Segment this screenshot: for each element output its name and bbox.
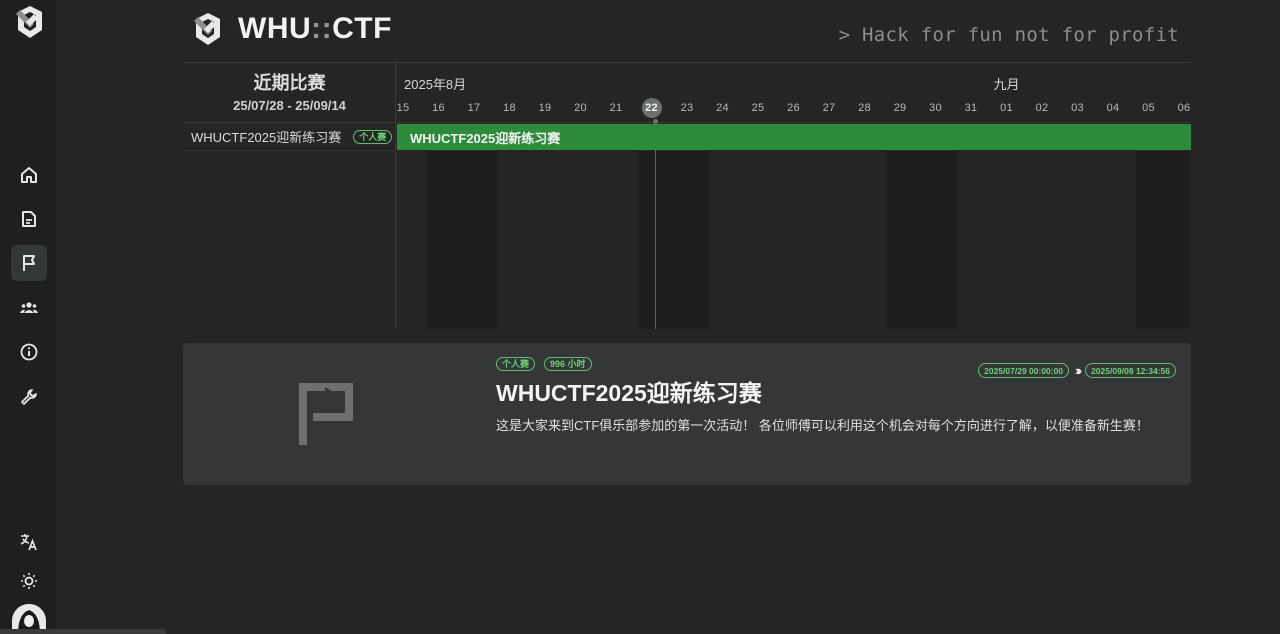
- game-type-badge: 个人赛: [496, 357, 536, 371]
- day-label: 01: [992, 102, 1022, 114]
- users-icon: [20, 302, 38, 313]
- timeline-row-label[interactable]: WHUCTF2025迎新练习赛 个人赛: [183, 123, 396, 151]
- day-label: 28: [850, 102, 880, 114]
- game-title: WHUCTF2025迎新练习赛: [496, 380, 762, 406]
- day-label: 26: [779, 102, 809, 114]
- day-label: 21: [601, 102, 631, 114]
- sidebar-item-about[interactable]: [11, 334, 47, 370]
- day-number: 03: [1071, 102, 1084, 114]
- day-label: 19: [530, 102, 560, 114]
- day-number: 18: [503, 102, 516, 114]
- scrollbar[interactable]: [0, 629, 166, 634]
- day-label: 05: [1134, 102, 1164, 114]
- wrench-icon: [21, 389, 37, 405]
- end-time-badge: 2025/09/08 12:34:56: [1085, 363, 1176, 378]
- flag-icon: [23, 255, 35, 271]
- today-marker: [652, 119, 658, 124]
- sidebar: [0, 0, 166, 634]
- brand[interactable]: WHU::CTF: [191, 11, 392, 47]
- day-number: 20: [574, 102, 587, 114]
- day-number: 21: [609, 102, 623, 114]
- game-name: WHUCTF2025迎新练习赛: [191, 130, 342, 145]
- day-label: 18: [495, 102, 525, 114]
- translate-icon: [20, 534, 37, 551]
- day-number: 05: [1142, 102, 1155, 114]
- day-label: 23: [672, 102, 702, 114]
- day-number: 30: [929, 102, 942, 114]
- timeline-date-range: 25/07/28 - 25/09/14: [233, 98, 346, 113]
- sidebar-item-teams[interactable]: [11, 290, 47, 326]
- sidebar-item-admin[interactable]: [11, 379, 47, 415]
- day-label: 24: [708, 102, 738, 114]
- day-label: 02: [1027, 102, 1057, 114]
- game-bar[interactable]: WHUCTF2025迎新练习赛: [397, 124, 1191, 150]
- day-number: 24: [716, 102, 729, 114]
- info-icon: [20, 343, 38, 361]
- day-label: 30: [921, 102, 951, 114]
- day-number: 04: [1106, 102, 1120, 114]
- month-label: 九月: [993, 77, 1020, 92]
- today-label: 22: [637, 98, 667, 118]
- start-time-badge: 2025/07/29 00:00:00: [978, 363, 1070, 378]
- logo-icon[interactable]: [14, 4, 46, 40]
- day-number: 19: [538, 102, 552, 114]
- day-number: 22: [641, 98, 662, 118]
- slogan: > Hack for fun not for profit: [838, 24, 1179, 46]
- day-label: 06: [1169, 102, 1191, 114]
- day-number: 16: [432, 102, 445, 114]
- language-button[interactable]: [11, 524, 47, 560]
- sidebar-item-home[interactable]: [11, 157, 47, 193]
- day-label: 03: [1063, 102, 1093, 114]
- weekend-shade: [1135, 151, 1191, 329]
- day-label: 31: [956, 102, 986, 114]
- day-number: 28: [858, 102, 871, 114]
- arrows-icon: ›››: [1075, 363, 1082, 378]
- document-icon: [22, 211, 36, 227]
- day-label: 15: [397, 102, 418, 114]
- weekend-shade: [425, 151, 497, 329]
- theme-toggle[interactable]: [11, 563, 47, 599]
- duration-badge: 996 小时: [544, 357, 592, 371]
- timeline-sidebar: 近期比赛 25/07/28 - 25/09/14 WHUCTF2025迎新练习赛…: [183, 63, 396, 329]
- day-number: 15: [397, 102, 410, 114]
- month-label: 2025年8月: [404, 77, 467, 92]
- day-number: 26: [787, 102, 800, 114]
- day-number: 23: [680, 102, 694, 114]
- game-type-badge: 个人赛: [353, 129, 393, 144]
- today-line: [654, 121, 656, 329]
- day-label: 29: [885, 102, 915, 114]
- day-number: 01: [1000, 102, 1013, 114]
- day-number: 27: [822, 102, 836, 114]
- day-number: 02: [1035, 102, 1049, 114]
- day-number: 31: [964, 102, 978, 114]
- day-number: 06: [1177, 102, 1191, 114]
- site-title: WHU::CTF: [238, 12, 392, 45]
- timeline-heading: 近期比赛: [253, 73, 326, 93]
- flag-icon: [299, 383, 353, 445]
- game-description: 这是大家来到CTF俱乐部参加的第一次活动！ 各位师傅可以利用这个机会对每个方向进…: [496, 418, 1149, 433]
- card-tags: 个人赛 996 小时: [496, 357, 592, 371]
- day-label: 20: [566, 102, 596, 114]
- recent-games-timeline: 近期比赛 25/07/28 - 25/09/14 WHUCTF2025迎新练习赛…: [183, 63, 1191, 329]
- sidebar-item-posts[interactable]: [11, 201, 47, 237]
- weekend-shade: [887, 151, 959, 329]
- day-label: 16: [424, 102, 454, 114]
- sun-icon: [21, 573, 37, 589]
- day-label: 25: [743, 102, 773, 114]
- day-number: 25: [751, 102, 765, 114]
- divider: [397, 122, 1191, 123]
- weekend-shade: [638, 151, 710, 329]
- timeline-chart: 2025年8月 九月 15 16 17 18 19 20 21 22 23 24 25 26 27 28 29 3…: [397, 63, 1191, 329]
- day-label: 27: [814, 102, 844, 114]
- day-number: 17: [467, 102, 481, 114]
- sidebar-item-games[interactable]: [11, 245, 47, 281]
- day-number: 29: [893, 102, 907, 114]
- game-time-range: 2025/07/29 00:00:00 ››› 2025/09/08 12:34…: [978, 363, 1176, 378]
- home-icon: [21, 167, 37, 183]
- game-card[interactable]: 个人赛 996 小时 WHUCTF2025迎新练习赛 这是大家来到CTF俱乐部参…: [183, 343, 1191, 485]
- day-label: 04: [1098, 102, 1128, 114]
- day-label: 17: [459, 102, 489, 114]
- logo-icon: [194, 13, 220, 45]
